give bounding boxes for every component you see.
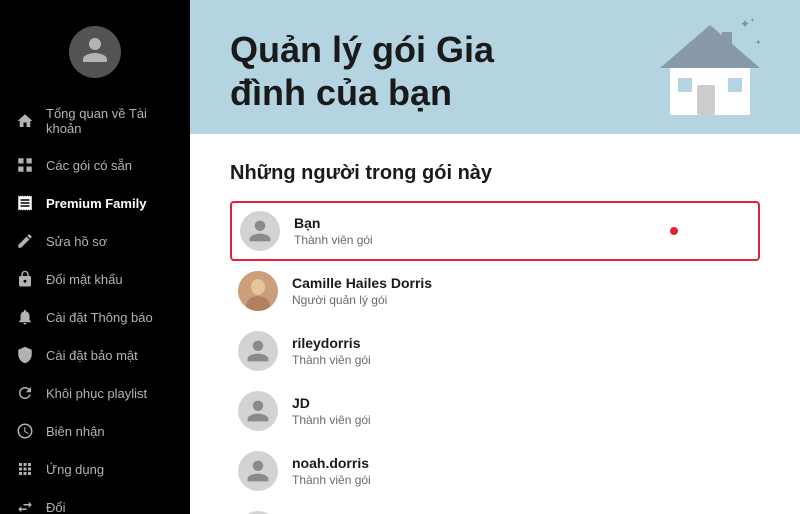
sidebar-item-ung-dung[interactable]: Ứng dụng	[0, 450, 190, 488]
edit-icon	[16, 232, 34, 250]
sidebar: Tổng quan về Tài khoản Các gói có sẵn Pr…	[0, 0, 190, 514]
member-item-jd[interactable]: JD Thành viên gói	[230, 381, 760, 441]
member-item-ban[interactable]: Bạn Thành viên gói	[230, 201, 760, 261]
member-role-ban: Thành viên gói	[294, 233, 373, 249]
sidebar-item-label: Tổng quan về Tài khoản	[46, 106, 174, 136]
member-name-riley: rileydorris	[292, 334, 371, 352]
apps-icon	[16, 460, 34, 478]
house-illustration: ✦ ✦ ✦	[650, 10, 770, 120]
bell-icon	[16, 308, 34, 326]
notification-dot	[670, 227, 678, 235]
sidebar-item-premium-family[interactable]: Premium Family	[0, 184, 190, 222]
sidebar-item-tong-quan[interactable]: Tổng quan về Tài khoản	[0, 96, 190, 146]
sidebar-item-bien-nhan[interactable]: Biên nhận	[0, 412, 190, 450]
sidebar-item-label: Đổi	[46, 500, 66, 514]
svg-text:✦: ✦	[740, 17, 750, 31]
member-avatar-riley	[238, 331, 278, 371]
section-members-title: Những người trong gói này	[230, 162, 760, 185]
header-banner: Quản lý gói Gia đình của bạn ✦ ✦ ✦	[190, 0, 800, 134]
member-name-camille: Camille Hailes Dorris	[292, 274, 432, 292]
member-role-camille: Người quản lý gói	[292, 293, 432, 309]
member-name-jd: JD	[292, 394, 371, 412]
member-role-noah: Thành viên gói	[292, 473, 371, 489]
home-icon	[16, 112, 34, 130]
main-content: Quản lý gói Gia đình của bạn ✦ ✦ ✦	[190, 0, 800, 514]
sidebar-item-label: Premium Family	[46, 196, 146, 211]
content-area: Những người trong gói này Bạn Thành viên…	[190, 134, 800, 514]
swap-icon	[16, 498, 34, 514]
member-item-riley[interactable]: rileydorris Thành viên gói	[230, 321, 760, 381]
sidebar-item-label: Đổi mật khẩu	[46, 272, 123, 287]
member-info-jd: JD Thành viên gói	[292, 394, 371, 428]
lock-icon	[16, 270, 34, 288]
refresh-icon	[16, 384, 34, 402]
sidebar-item-label: Sửa hồ sơ	[46, 234, 107, 249]
member-info-ban: Bạn Thành viên gói	[294, 214, 373, 248]
user-avatar-icon	[80, 35, 110, 70]
member-avatar-noah	[238, 451, 278, 491]
sidebar-item-label: Biên nhận	[46, 424, 105, 439]
sidebar-nav: Tổng quan về Tài khoản Các gói có sẵn Pr…	[0, 96, 190, 514]
members-list: Bạn Thành viên gói Camille Hailes Dorris…	[230, 201, 760, 514]
sidebar-item-doi[interactable]: Đổi	[0, 488, 190, 514]
sidebar-item-label: Ứng dụng	[46, 462, 104, 477]
avatar	[69, 26, 121, 78]
sidebar-item-doi-mat-khau[interactable]: Đổi mật khẩu	[0, 260, 190, 298]
member-role-riley: Thành viên gói	[292, 353, 371, 369]
sidebar-item-cac-goi[interactable]: Các gói có sẵn	[0, 146, 190, 184]
clock-icon	[16, 422, 34, 440]
sidebar-item-label: Khôi phục playlist	[46, 386, 147, 401]
member-name-ban: Bạn	[294, 214, 373, 232]
member-item-camille[interactable]: Camille Hailes Dorris Người quản lý gói	[230, 261, 760, 321]
member-item-noah[interactable]: noah.dorris Thành viên gói	[230, 441, 760, 501]
grid-icon	[16, 156, 34, 174]
member-role-jd: Thành viên gói	[292, 413, 371, 429]
svg-text:✦: ✦	[755, 38, 762, 47]
sidebar-item-khoi-phuc-playlist[interactable]: Khôi phục playlist	[0, 374, 190, 412]
sidebar-item-cai-dat-bao-mat[interactable]: Cài đặt bảo mật	[0, 336, 190, 374]
member-name-noah: noah.dorris	[292, 454, 371, 472]
svg-text:✦: ✦	[750, 17, 755, 24]
shield-icon	[16, 346, 34, 364]
member-info-riley: rileydorris Thành viên gói	[292, 334, 371, 368]
avatar-container	[0, 16, 190, 96]
sidebar-item-cai-dat-thong-bao[interactable]: Cài đặt Thông báo	[0, 298, 190, 336]
receipt-icon	[16, 194, 34, 212]
sidebar-item-label: Cài đặt bảo mật	[46, 348, 138, 363]
member-info-noah: noah.dorris Thành viên gói	[292, 454, 371, 488]
sidebar-item-label: Các gói có sẵn	[46, 158, 132, 173]
member-info-camille: Camille Hailes Dorris Người quản lý gói	[292, 274, 432, 308]
member-avatar-ban	[240, 211, 280, 251]
page-title: Quản lý gói Gia đình của bạn	[230, 28, 550, 114]
member-avatar-jd	[238, 391, 278, 431]
sidebar-item-sua-ho-so[interactable]: Sửa hồ sơ	[0, 222, 190, 260]
member-avatar-camille	[238, 271, 278, 311]
sidebar-item-label: Cài đặt Thông báo	[46, 310, 153, 325]
member-item-seth[interactable]: seth.dorris Thành viên gói	[230, 501, 760, 514]
